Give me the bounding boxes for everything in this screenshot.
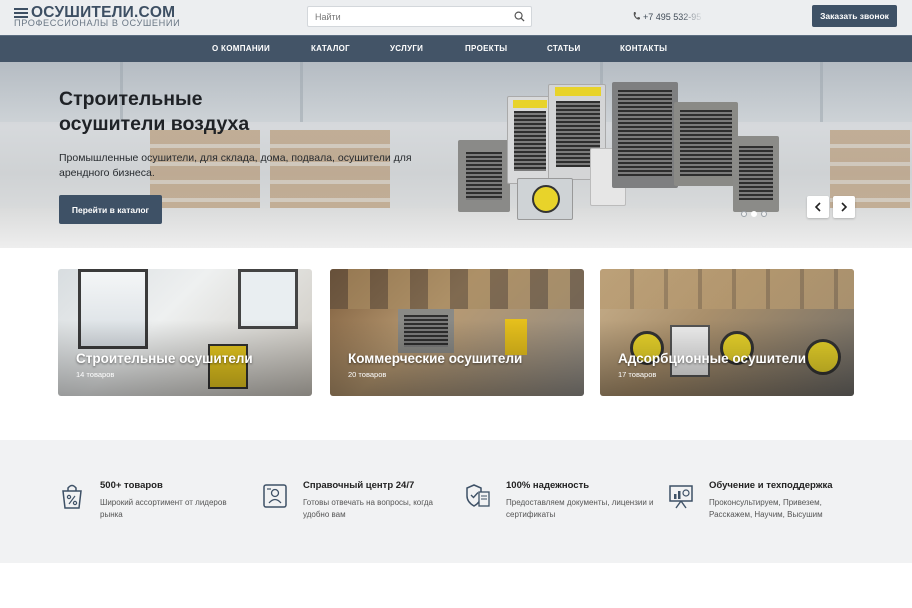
callback-button[interactable]: Заказать звонок [812, 5, 897, 27]
nav-item-articles[interactable]: СТАТЬИ [547, 44, 581, 53]
feature-text: Проконсультируем, Привезем, Расскажем, Н… [709, 498, 823, 519]
hero-description: Промышленные осушители, для склада, дома… [59, 152, 412, 179]
category-card-construction[interactable]: Строительные осушители 14 товаров [58, 269, 312, 396]
presentation-board-icon [669, 485, 693, 509]
slider-dot[interactable] [741, 211, 747, 217]
category-count: 17 товаров [618, 370, 657, 379]
logo-mark-icon [14, 8, 28, 18]
features-section: 500+ товаров Широкий ассортимент от лиде… [0, 440, 912, 563]
feature-text: Широкий ассортимент от лидеров рынка [100, 498, 227, 519]
feature-title: 500+ товаров [100, 480, 163, 491]
slider-next-button[interactable] [833, 196, 855, 218]
chevron-left-icon [814, 202, 821, 212]
site-header: ОСУШИТЕЛИ.COM ПРОФЕССИОНАЛЫ В ОСУШЕНИИ +… [0, 0, 912, 35]
hero-title-line2: осушители воздуха [59, 113, 250, 135]
feature-title: 100% надежность [506, 480, 590, 491]
nav-item-contacts[interactable]: КОНТАКТЫ [620, 44, 667, 53]
category-title: Коммерческие осушители [348, 351, 523, 366]
nav-item-projects[interactable]: ПРОЕКТЫ [465, 44, 507, 53]
category-card-commercial[interactable]: Коммерческие осушители 20 товаров [330, 269, 584, 396]
nav-item-services[interactable]: УСЛУГИ [390, 44, 423, 53]
shield-document-icon [466, 484, 490, 507]
catalog-button[interactable]: Перейти в каталог [59, 195, 162, 224]
logo[interactable]: ОСУШИТЕЛИ.COM ПРОФЕССИОНАЛЫ В ОСУШЕНИИ [14, 4, 214, 30]
slider-dot[interactable] [761, 211, 767, 217]
chevron-right-icon [841, 202, 848, 212]
search-box [307, 6, 532, 27]
slider-dots [741, 204, 771, 222]
slider-prev-button[interactable] [807, 196, 829, 218]
phone-icon [633, 12, 640, 20]
nav-item-about[interactable]: О КОМПАНИИ [212, 44, 270, 53]
feature-text: Готовы отвечать на вопросы, когда удобно… [303, 498, 433, 519]
search-icon[interactable] [514, 11, 525, 22]
hero-beam [820, 62, 823, 122]
feature-text: Предоставляем документы, лицензии и серт… [506, 498, 654, 519]
hero-title: Строительные осушители воздуха [59, 87, 389, 137]
category-card-adsorption[interactable]: Адсорбционные осушители 17 товаров [600, 269, 854, 396]
category-title: Строительные осушители [76, 351, 253, 366]
category-title: Адсорбционные осушители [618, 351, 807, 366]
feature-title: Обучение и техподдержка [709, 480, 833, 491]
search-input[interactable] [308, 7, 503, 27]
phone-fade [680, 6, 704, 26]
hero-title-line1: Строительные [59, 88, 203, 110]
shopping-bag-percent-icon [62, 484, 82, 509]
category-count: 14 товаров [76, 370, 115, 379]
main-nav: О КОМПАНИИ КАТАЛОГ УСЛУГИ ПРОЕКТЫ СТАТЬИ… [0, 35, 912, 62]
category-count: 20 товаров [348, 370, 387, 379]
nav-item-catalog[interactable]: КАТАЛОГ [311, 44, 350, 53]
slider-dot-active[interactable] [751, 211, 757, 217]
logo-subtitle: ПРОФЕССИОНАЛЫ В ОСУШЕНИИ [14, 18, 181, 28]
hero-banner: Строительные осушители воздуха Промышлен… [0, 62, 912, 248]
feature-title: Справочный центр 24/7 [303, 480, 415, 491]
support-agent-icon [263, 484, 287, 508]
